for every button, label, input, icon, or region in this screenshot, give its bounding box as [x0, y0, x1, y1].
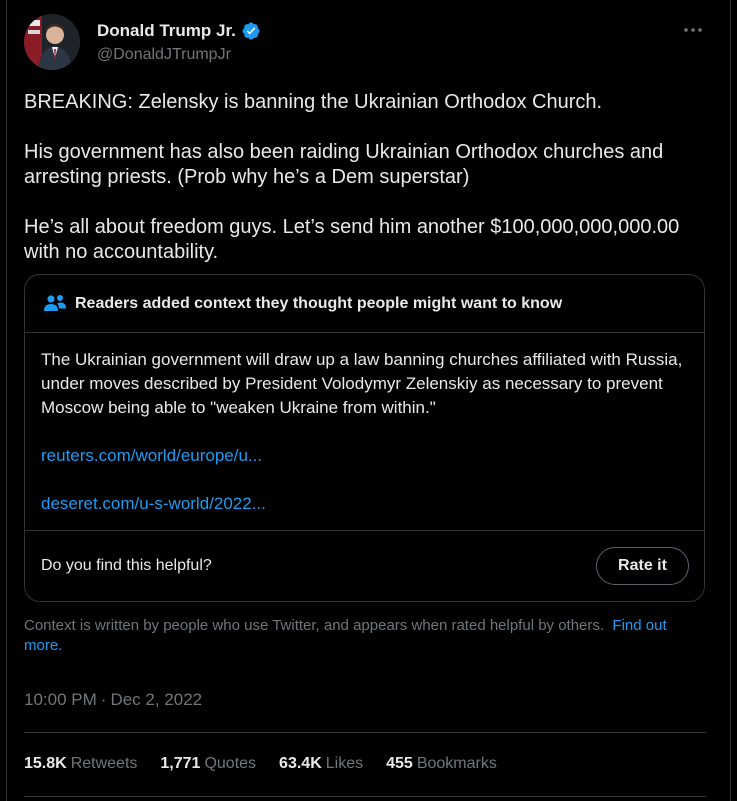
people-icon	[43, 294, 67, 314]
author-display-name[interactable]: Donald Trump Jr.	[97, 20, 236, 42]
quotes-label: Quotes	[204, 755, 257, 772]
tweet-paragraph: He’s all about freedom guys. Let’s send …	[24, 216, 680, 263]
note-source-link-reuters[interactable]: reuters.com/world/europe/u...	[41, 444, 688, 468]
context-footer: Context is written by people who use Twi…	[24, 616, 704, 656]
community-note-footer: Do you find this helpful? Rate it	[25, 531, 704, 601]
quotes-count: 1,771	[160, 755, 201, 772]
tweet-paragraph: BREAKING: Zelensky is banning the Ukrain…	[24, 91, 603, 113]
quotes-stat[interactable]: 1,771 Quotes	[160, 755, 256, 773]
community-note-title: Readers added context they thought peopl…	[75, 294, 563, 312]
avatar-image	[24, 14, 80, 70]
tweet-timestamp: 10:00 PM · Dec 2, 2022	[24, 690, 202, 710]
bookmarks-label: Bookmarks	[416, 755, 497, 772]
helpful-question: Do you find this helpful?	[41, 557, 212, 574]
divider	[24, 732, 706, 733]
divider	[24, 796, 706, 797]
likes-count: 63.4K	[279, 755, 322, 772]
author-handle[interactable]: @DonaldJTrumpJr	[97, 45, 261, 65]
community-note-header: Readers added context they thought peopl…	[25, 275, 704, 333]
context-footer-text: Context is written by people who use Twi…	[24, 617, 605, 634]
retweets-stat[interactable]: 15.8K Retweets	[24, 755, 137, 773]
community-note-text: The Ukrainian government will draw up a …	[41, 350, 683, 417]
rate-it-button[interactable]: Rate it	[596, 547, 689, 585]
tweet-text: BREAKING: Zelensky is banning the Ukrain…	[24, 90, 714, 265]
note-source-link-deseret[interactable]: deseret.com/u-s-world/2022...	[41, 492, 688, 516]
avatar[interactable]	[24, 14, 80, 70]
bookmarks-stat[interactable]: 455 Bookmarks	[386, 755, 497, 773]
bookmarks-count: 455	[386, 755, 413, 772]
community-note-body: The Ukrainian government will draw up a …	[25, 333, 704, 531]
verified-badge-icon	[241, 21, 261, 41]
community-note: Readers added context they thought peopl…	[24, 274, 705, 602]
tweet-paragraph: His government has also been raiding Ukr…	[24, 141, 664, 188]
engagement-stats: 15.8K Retweets 1,771 Quotes 63.4K Likes …	[24, 755, 520, 773]
likes-stat[interactable]: 63.4K Likes	[279, 755, 363, 773]
more-options-icon[interactable]	[680, 20, 706, 40]
timestamp-date[interactable]: Dec 2, 2022	[110, 690, 202, 710]
author-block: Donald Trump Jr. @DonaldJTrumpJr	[97, 20, 261, 65]
retweets-count: 15.8K	[24, 755, 67, 772]
timestamp-separator: ·	[100, 690, 107, 709]
timestamp-time[interactable]: 10:00 PM	[24, 690, 97, 710]
retweets-label: Retweets	[70, 755, 138, 772]
likes-label: Likes	[325, 755, 364, 772]
